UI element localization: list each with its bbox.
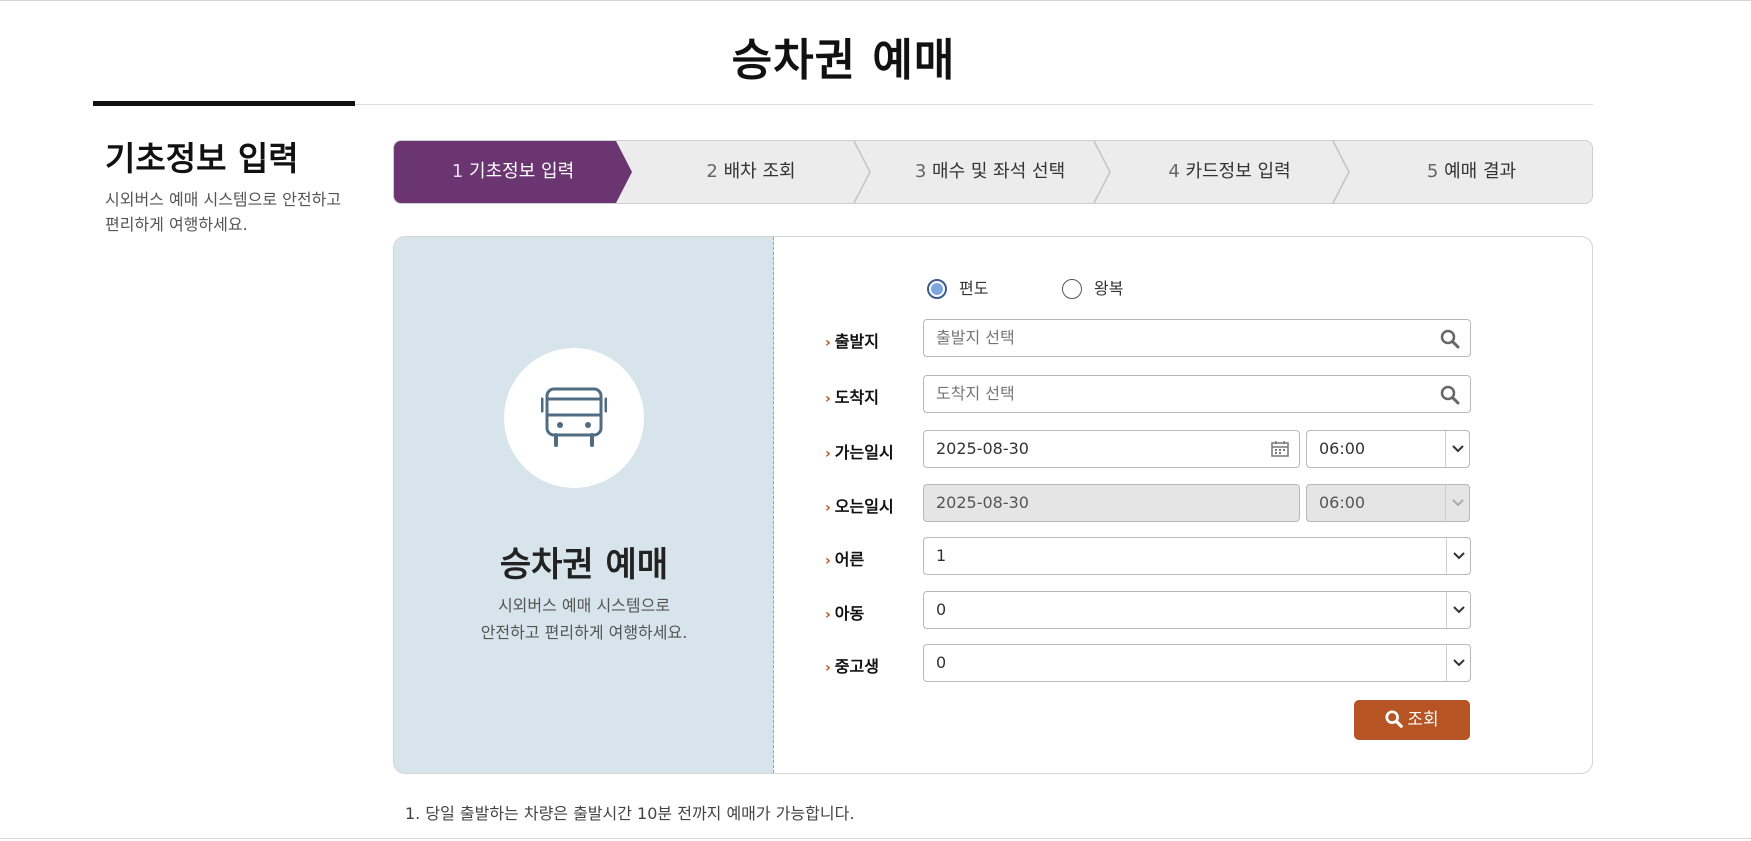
step-number: 3	[914, 161, 927, 182]
departure-date-value: 2025-08-30	[936, 439, 1029, 458]
step-1: 1 기초정보 입력	[394, 141, 632, 203]
step-label: 예매 결과	[1444, 161, 1517, 182]
promo-title: 승차권 예매	[499, 545, 669, 585]
page-title: 승차권 예매	[731, 35, 956, 86]
step-label: 배차 조회	[723, 161, 796, 182]
step-label: 기초정보 입력	[469, 161, 575, 182]
child-count-value: 0	[936, 600, 947, 619]
chevron-down-icon[interactable]	[1446, 645, 1470, 681]
top-border	[0, 0, 1751, 1]
search-icon[interactable]	[1440, 385, 1460, 405]
departure-input[interactable]: 출발지 선택	[923, 319, 1471, 357]
departure-placeholder: 출발지 선택	[936, 328, 1015, 347]
student-label-text: 중고생	[834, 657, 879, 676]
departure-time-select[interactable]: 06:00	[1306, 430, 1470, 468]
child-label-text: 아동	[834, 604, 865, 623]
step-number: 4	[1168, 161, 1180, 182]
step-number: 2	[706, 161, 718, 182]
round-trip-label[interactable]: 왕복	[1094, 277, 1123, 301]
search-icon[interactable]	[1440, 329, 1460, 349]
calendar-icon[interactable]	[1271, 441, 1289, 457]
return-datetime-label: › 오는일시	[825, 497, 894, 516]
promo-panel: 승차권 예매 시외버스 예매 시스템으로 안전하고 편리하게 여행하세요.	[394, 237, 774, 773]
chevron-down-icon	[1445, 485, 1469, 521]
search-button-label[interactable]: 조회	[1407, 710, 1438, 730]
adult-label: › 어른	[825, 550, 865, 569]
step-4: 4 카드정보 입력	[1110, 141, 1349, 203]
return-date-value: 2025-08-30	[936, 493, 1029, 512]
arrival-label-text: 도착지	[834, 388, 879, 407]
student-count-select[interactable]: 0	[923, 644, 1471, 682]
departure-date-input[interactable]: 2025-08-30	[923, 430, 1300, 468]
bus-icon	[541, 387, 607, 447]
chevron-down-icon[interactable]	[1446, 592, 1470, 628]
step-label: 카드정보 입력	[1185, 161, 1291, 182]
departure-label-text: 출발지	[834, 332, 879, 351]
promo-description: 시외버스 예매 시스템으로 안전하고 편리하게 여행하세요.	[394, 592, 774, 646]
return-datetime-label-text: 오는일시	[834, 497, 894, 516]
student-label: › 중고생	[825, 657, 879, 676]
arrival-placeholder: 도착지 선택	[936, 384, 1015, 403]
search-icon	[1385, 710, 1404, 728]
section-description: 시외버스 예매 시스템으로 안전하고 편리하게 여행하세요.	[105, 190, 342, 234]
round-trip-radio[interactable]: 왕복	[1062, 277, 1162, 301]
departure-datetime-label: › 가는일시	[825, 443, 894, 462]
step-number: 1	[451, 161, 464, 182]
child-label: › 아동	[825, 604, 865, 623]
promo-desc-line-1: 시외버스 예매 시스템으로	[497, 596, 671, 615]
adult-count-value: 1	[936, 546, 947, 565]
departure-label: › 출발지	[825, 332, 879, 351]
arrival-input[interactable]: 도착지 선택	[923, 375, 1471, 413]
section-divider-accent	[93, 101, 355, 106]
step-label: 매수 및 좌석 선택	[932, 161, 1066, 182]
radio-dot[interactable]	[927, 279, 947, 299]
bus-icon-badge	[504, 348, 644, 488]
chevron-down-icon[interactable]	[1446, 538, 1470, 574]
return-time-value: 06:00	[1319, 493, 1366, 512]
one-way-radio[interactable]: 편도	[927, 277, 1027, 301]
departure-datetime-label-text: 가는일시	[834, 443, 894, 462]
bottom-border	[0, 838, 1751, 839]
return-time-select: 06:00	[1306, 484, 1470, 522]
student-count-value: 0	[936, 653, 947, 672]
section-title: 기초정보 입력	[105, 139, 299, 178]
adult-count-select[interactable]: 1	[923, 537, 1471, 575]
step-2: 2 배차 조회	[632, 141, 870, 203]
step-progress: 1 기초정보 입력 2 배차 조회 3 매수 및 좌석 선택 4 카드정보 입력…	[393, 140, 1593, 204]
search-button[interactable]: 조회	[1354, 700, 1470, 740]
child-count-select[interactable]: 0	[923, 591, 1471, 629]
arrival-label: › 도착지	[825, 388, 879, 407]
departure-time-value: 06:00	[1319, 439, 1366, 458]
return-date-input: 2025-08-30	[923, 484, 1300, 522]
step-5: 5 예매 결과	[1349, 141, 1592, 203]
adult-label-text: 어른	[834, 550, 865, 569]
step-3: 3 매수 및 좌석 선택	[870, 141, 1110, 203]
chevron-down-icon[interactable]	[1445, 431, 1469, 467]
one-way-label[interactable]: 편도	[959, 277, 988, 301]
step-number: 5	[1426, 161, 1439, 182]
booking-form: 편도 왕복 › 출발지 출발지 선택 › 도착지 도착지 선택 › 가는일시 2…	[775, 237, 1592, 773]
radio-dot[interactable]	[1062, 279, 1082, 299]
booking-card: 승차권 예매 시외버스 예매 시스템으로 안전하고 편리하게 여행하세요. 편도…	[393, 236, 1593, 774]
promo-desc-line-2: 안전하고 편리하게 여행하세요.	[480, 623, 688, 642]
booking-notice: 1. 당일 출발하는 차량은 출발시간 10분 전까지 예매가 가능합니다.	[405, 804, 855, 823]
